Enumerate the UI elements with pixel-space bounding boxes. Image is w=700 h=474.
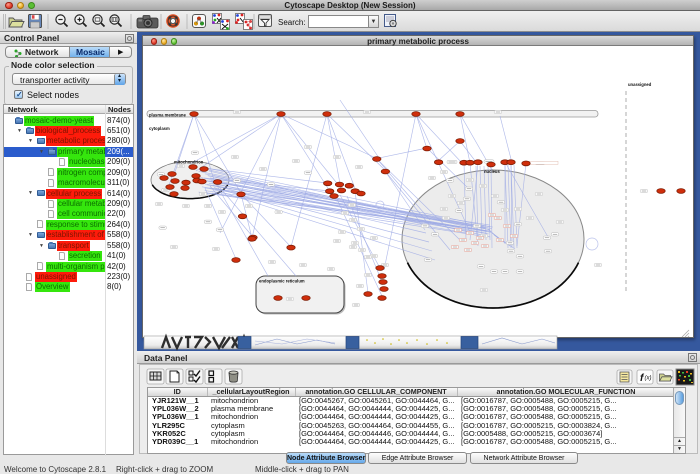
svg-text:mitochondrion: mitochondrion [174,160,204,165]
svg-text:cytoplasm: cytoplasm [149,126,170,131]
svg-text:(x): (x) [645,376,652,382]
svg-text:nucleus: nucleus [484,169,500,174]
svg-text:unassigned: unassigned [628,82,652,87]
svg-text:plasma membrane: plasma membrane [149,113,186,118]
svg-text:endoplasmic reticulum: endoplasmic reticulum [259,279,305,284]
